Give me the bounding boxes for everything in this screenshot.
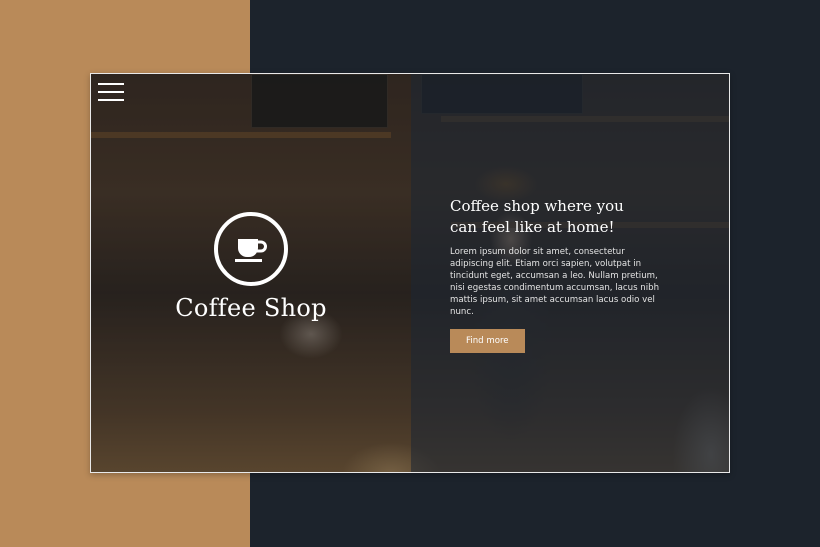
find-more-button[interactable]: Find more (450, 329, 525, 353)
hero-card: Coffee Shop Coffee shop where you can fe… (90, 73, 730, 473)
hero-body-text: Lorem ipsum dolor sit amet, consectetur … (450, 247, 660, 317)
hero-headline-line: Coffee shop where you (450, 197, 624, 215)
hero-headline-line: can feel like at home! (450, 218, 615, 236)
logo (214, 212, 288, 286)
brand-name: Coffee Shop (175, 294, 327, 322)
brand-block: Coffee Shop (171, 212, 331, 322)
hero-content: Coffee shop where you can feel like at h… (450, 196, 660, 353)
hamburger-menu-icon[interactable] (98, 82, 124, 102)
page-background: Coffee Shop Coffee shop where you can fe… (0, 0, 820, 547)
hero-headline: Coffee shop where you can feel like at h… (450, 196, 660, 238)
coffee-cup-icon (235, 239, 267, 262)
